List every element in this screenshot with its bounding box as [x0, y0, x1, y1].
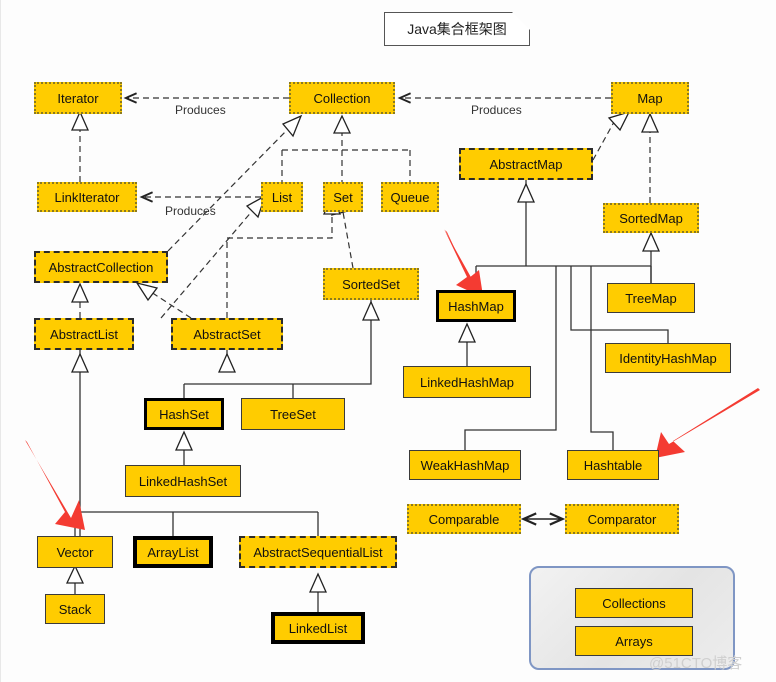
legend-node-collections[interactable]: Collections — [575, 588, 693, 618]
class-node-iterator[interactable]: Iterator — [34, 82, 122, 114]
class-node-label: AbstractSequentialList — [253, 544, 383, 560]
class-node-tree-map[interactable]: TreeMap — [607, 283, 695, 313]
class-node-map[interactable]: Map — [611, 82, 689, 114]
class-node-comparable[interactable]: Comparable — [407, 504, 521, 534]
class-node-linked-hash-set[interactable]: LinkedHashSet — [125, 465, 241, 497]
class-node-label: List — [271, 189, 293, 205]
edge-label-produces-map-collection: Produces — [471, 103, 522, 117]
edge-label-produces-collection-iterator: Produces — [175, 103, 226, 117]
class-node-linked-list[interactable]: LinkedList — [271, 612, 365, 644]
class-node-abstract-sequential-list[interactable]: AbstractSequentialList — [239, 536, 397, 568]
class-node-label: LinkedHashSet — [138, 473, 228, 489]
class-node-label: Collection — [313, 90, 371, 106]
class-node-label: Comparable — [428, 511, 500, 527]
class-node-list[interactable]: List — [261, 182, 303, 212]
class-node-hash-set[interactable]: HashSet — [144, 398, 224, 430]
class-node-set[interactable]: Set — [323, 182, 363, 212]
class-node-label: SortedSet — [342, 276, 400, 292]
class-node-label: Vector — [56, 544, 94, 560]
class-node-label: AbstractMap — [489, 156, 563, 172]
class-node-abstract-set[interactable]: AbstractSet — [171, 318, 283, 350]
class-node-label: Hashtable — [583, 457, 643, 473]
class-node-hashtable[interactable]: Hashtable — [567, 450, 659, 480]
class-node-label: TreeMap — [625, 290, 677, 306]
class-node-label: HashMap — [448, 298, 504, 314]
class-node-label: LinkedHashMap — [420, 374, 514, 390]
class-node-abstract-map[interactable]: AbstractMap — [459, 148, 593, 180]
class-node-sorted-set[interactable]: SortedSet — [323, 268, 419, 300]
watermark: @51CTO博客 — [649, 655, 743, 672]
class-node-label: SortedMap — [619, 210, 683, 226]
class-node-hash-map[interactable]: HashMap — [436, 290, 516, 322]
class-node-weak-hash-map[interactable]: WeakHashMap — [409, 450, 521, 480]
class-node-abstract-collection[interactable]: AbstractCollection — [34, 251, 168, 283]
class-node-label: Set — [333, 189, 353, 205]
class-node-label: LinkIterator — [54, 189, 120, 205]
class-node-array-list[interactable]: ArrayList — [133, 536, 213, 568]
class-node-link-iterator[interactable]: LinkIterator — [37, 182, 137, 212]
class-node-sorted-map[interactable]: SortedMap — [603, 203, 699, 233]
class-node-label: IdentityHashMap — [619, 350, 717, 366]
class-node-label: Stack — [58, 601, 92, 617]
legend-node-label: Collections — [602, 595, 666, 611]
note-fold-corner-icon — [512, 12, 530, 30]
class-node-queue[interactable]: Queue — [381, 182, 439, 212]
class-node-label: Iterator — [57, 90, 99, 106]
class-node-vector[interactable]: Vector — [37, 536, 113, 568]
edge-label-produces-list-linkiterator: Produces — [165, 204, 216, 218]
class-node-label: TreeSet — [270, 406, 316, 422]
class-node-comparator[interactable]: Comparator — [565, 504, 679, 534]
diagram-title-text: Java集合框架图 — [407, 21, 507, 37]
class-node-tree-set[interactable]: TreeSet — [241, 398, 345, 430]
legend-node-label: Arrays — [615, 633, 653, 649]
class-node-linked-hash-map[interactable]: LinkedHashMap — [403, 366, 531, 398]
class-node-label: Queue — [390, 189, 430, 205]
class-node-label: AbstractCollection — [48, 259, 154, 275]
class-node-label: WeakHashMap — [420, 457, 510, 473]
class-node-label: LinkedList — [288, 620, 348, 636]
class-node-label: Map — [637, 90, 663, 106]
class-node-label: AbstractSet — [193, 326, 261, 342]
class-node-collection[interactable]: Collection — [289, 82, 395, 114]
arrow-to-hashmap-shape — [445, 230, 483, 296]
class-node-label: AbstractList — [50, 326, 118, 342]
class-node-label: HashSet — [159, 406, 209, 422]
class-node-stack[interactable]: Stack — [45, 594, 105, 624]
diagram-canvas: Java集合框架图 Iterator Collection Map LinkItera… — [0, 0, 776, 682]
class-node-identity-hash-map[interactable]: IdentityHashMap — [605, 343, 731, 373]
class-node-label: ArrayList — [147, 544, 199, 560]
class-node-abstract-list[interactable]: AbstractList — [34, 318, 134, 350]
diagram-title-note: Java集合框架图 — [384, 12, 530, 46]
class-node-label: Comparator — [587, 511, 657, 527]
